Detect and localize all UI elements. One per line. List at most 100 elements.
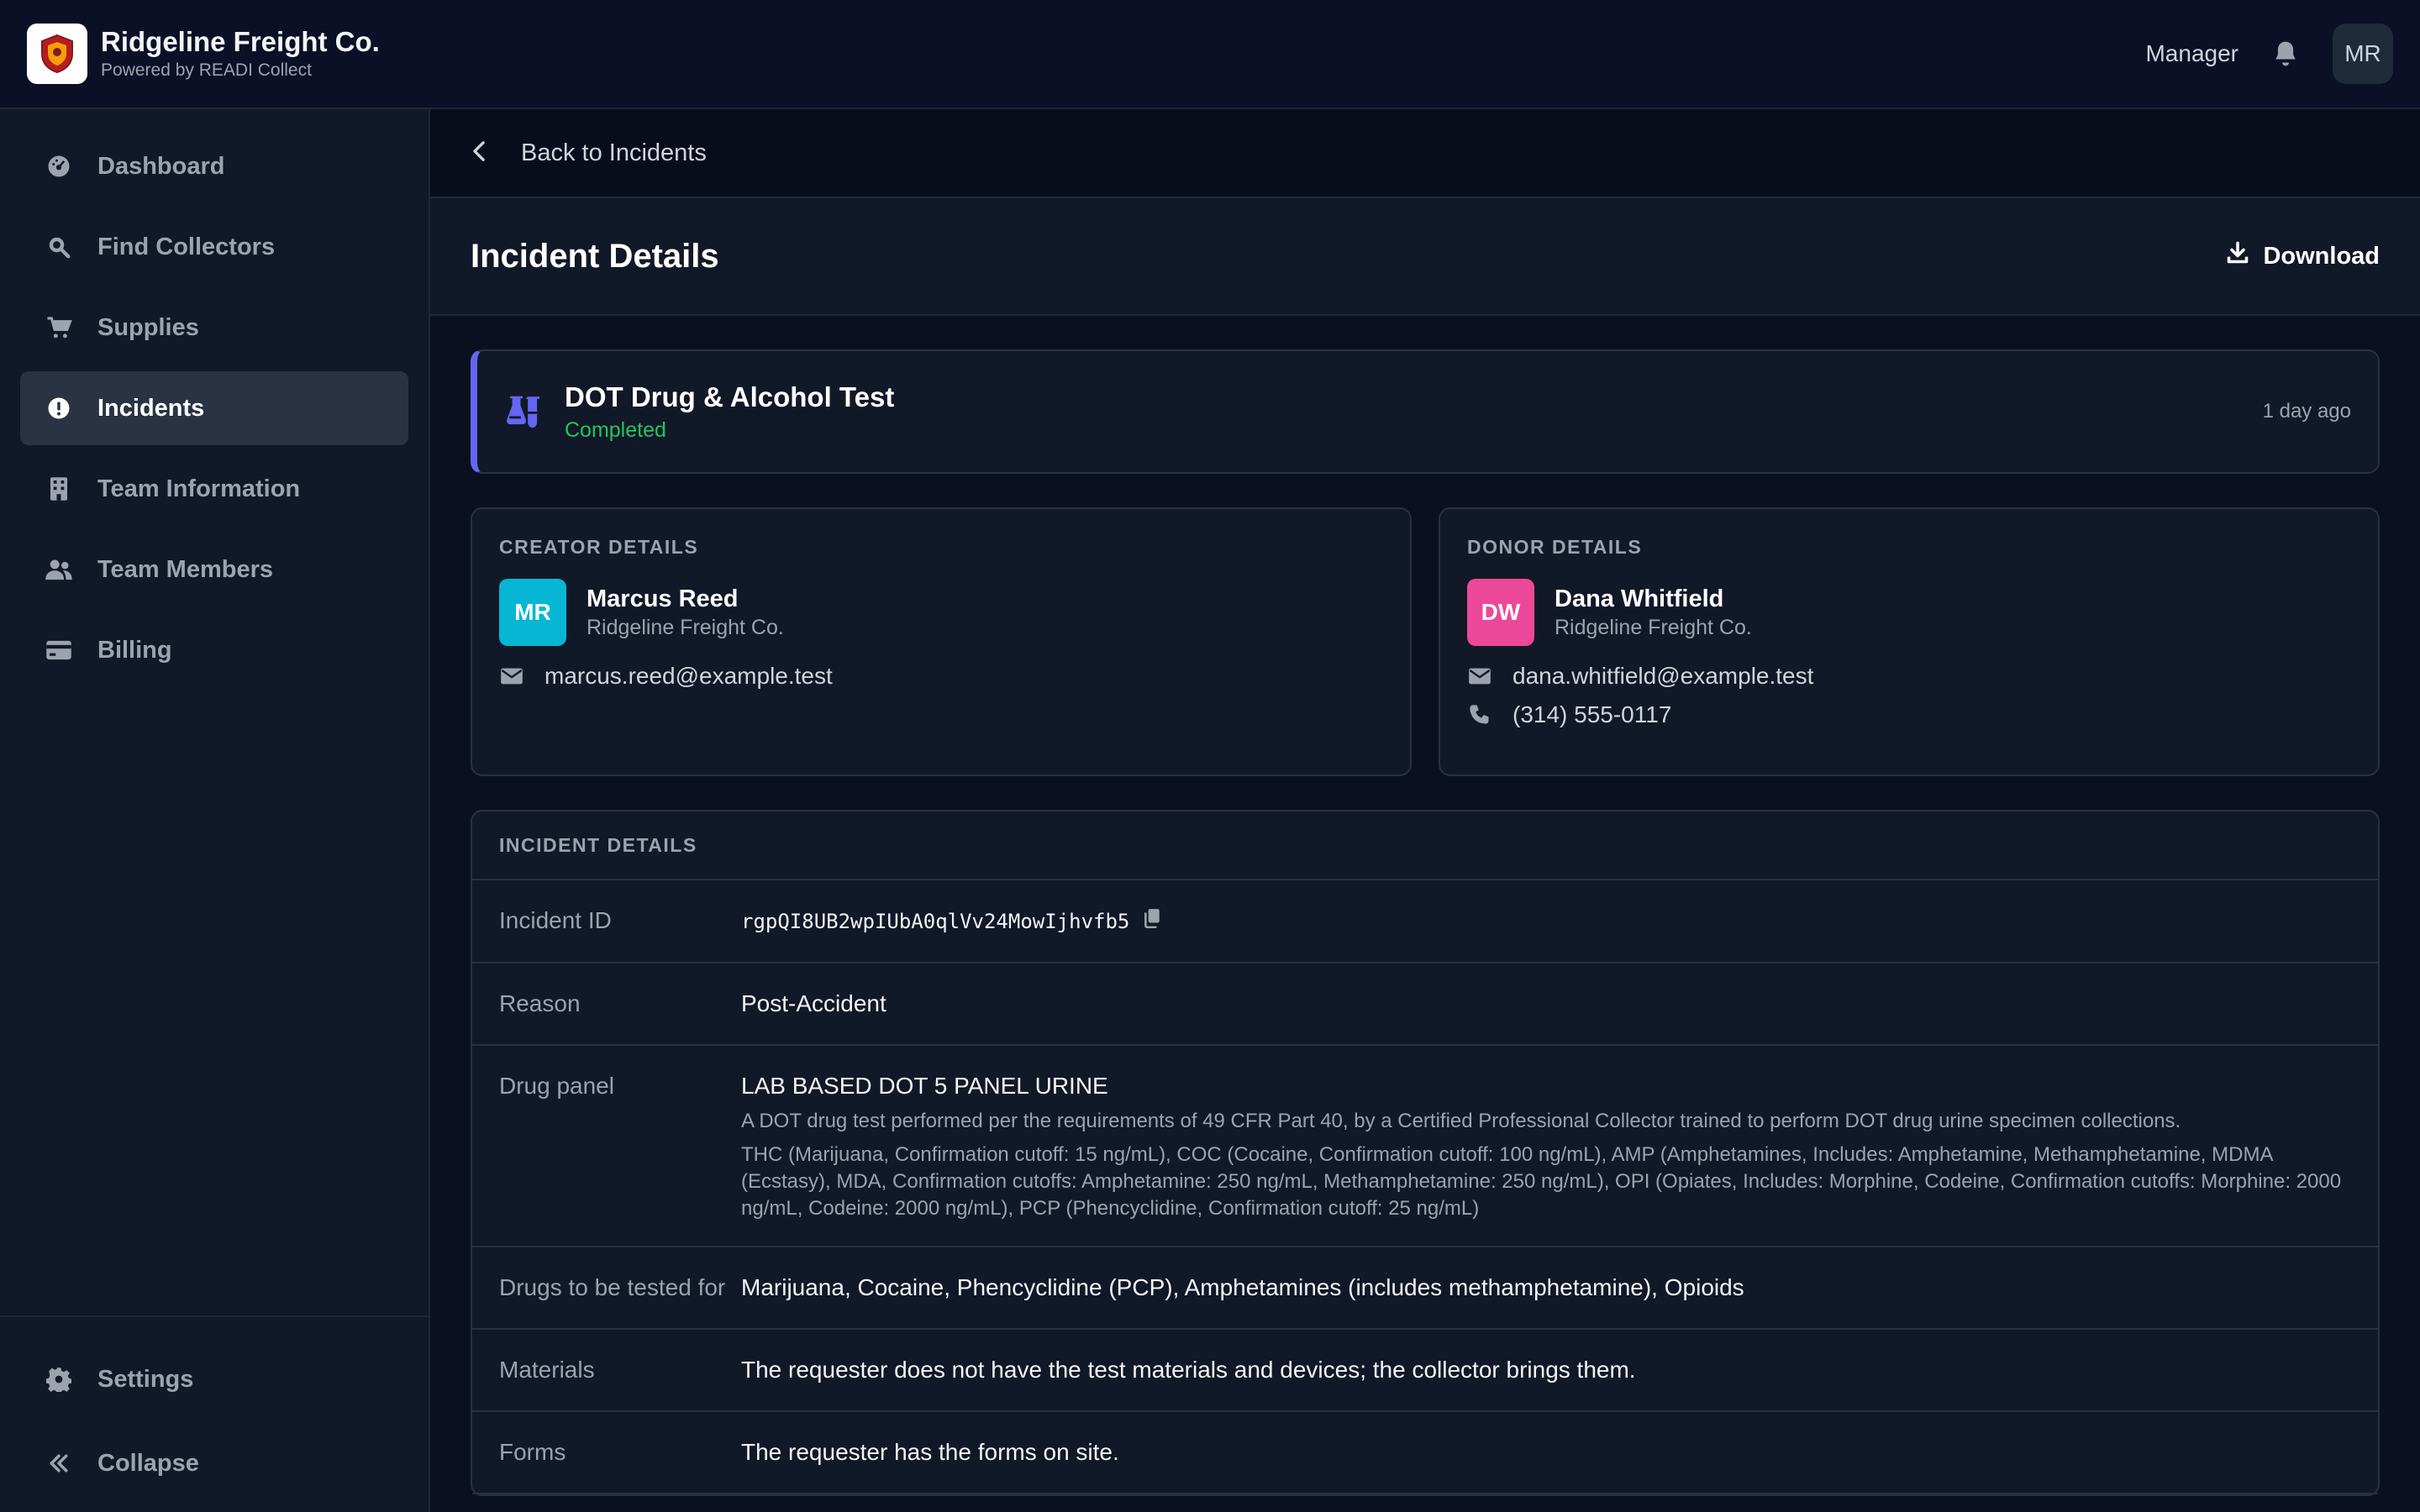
row-label: Drugs to be tested for <box>499 1274 726 1300</box>
download-label: Download <box>2263 242 2380 270</box>
drug-panel-value: LAB BASED DOT 5 PANEL URINE A DOT drug t… <box>741 1069 2351 1222</box>
download-icon <box>2226 241 2249 271</box>
sidebar-item-label: Supplies <box>97 313 199 341</box>
double-chevron-left-icon <box>44 1448 74 1478</box>
sidebar-item-label: Dashboard <box>97 152 225 180</box>
app-root: Ridgeline Freight Co. Powered by READI C… <box>0 0 2420 1512</box>
creator-identity: MR Marcus Reed Ridgeline Freight Co. <box>499 579 1383 646</box>
sidebar-item-label: Team Members <box>97 555 273 583</box>
gear-icon <box>44 1364 74 1394</box>
role-switcher[interactable]: Manager <box>2145 40 2238 67</box>
sidebar-item-incidents[interactable]: Incidents <box>20 371 408 445</box>
alert-icon <box>44 393 74 423</box>
sidebar-item-label: Find Collectors <box>97 233 276 260</box>
credit-card-icon <box>44 635 74 665</box>
card-heading: CREATOR DETAILS <box>499 536 699 558</box>
sidebar-item-label: Billing <box>97 636 172 664</box>
status-badge: Completed <box>565 417 666 442</box>
back-to-incidents-link[interactable]: Back to Incidents <box>521 139 707 167</box>
sidebar-item-team-members[interactable]: Team Members <box>20 533 408 606</box>
creator-email-link[interactable]: marcus.reed@example.test <box>544 663 833 690</box>
card-heading: INCIDENT DETAILS <box>499 833 697 856</box>
summary-text: DOT Drug & Alcohol Test Completed <box>565 381 894 443</box>
row-label: Drug panel <box>499 1073 614 1099</box>
row-value: rgpQI8UB2wpIUbA0qlVv24MowIjhvfb5 <box>741 904 2351 938</box>
copy-icon[interactable] <box>1143 905 1161 938</box>
sidebar-nav: Dashboard Find Collectors Supplies Incid… <box>0 109 429 687</box>
mail-icon <box>1467 664 1492 689</box>
creator-name-block: Marcus Reed Ridgeline Freight Co. <box>587 584 784 641</box>
card-heading: DONOR DETAILS <box>1467 536 1643 558</box>
creator-name: Marcus Reed <box>587 585 739 612</box>
panel-name: LAB BASED DOT 5 PANEL URINE <box>741 1073 1108 1099</box>
topbar-actions: Manager MR <box>2145 24 2393 84</box>
people-row: CREATOR DETAILS MR Marcus Reed Ridgeline… <box>471 507 2380 776</box>
sidebar-item-dashboard[interactable]: Dashboard <box>20 129 408 203</box>
table-row: Materials The requester does not have th… <box>472 1330 2378 1412</box>
avatar: DW <box>1467 579 1534 646</box>
table-row: Drug panel LAB BASED DOT 5 PANEL URINE A… <box>472 1046 2378 1247</box>
row-label: Reason <box>499 990 581 1016</box>
donor-name-block: Dana Whitfield Ridgeline Freight Co. <box>1555 584 1752 641</box>
sidebar-footer: Settings Collapse <box>0 1315 429 1512</box>
drugs-value: Marijuana, Cocaine, Phencyclidine (PCP),… <box>741 1274 1744 1300</box>
download-button[interactable]: Download <box>2226 241 2380 271</box>
row-label: Materials <box>499 1357 595 1383</box>
cart-icon <box>44 312 74 343</box>
incident-details-card: INCIDENT DETAILS Incident ID rgpQI8UB2wp… <box>471 810 2380 1496</box>
phone-icon <box>1467 702 1492 727</box>
creator-org: Ridgeline Freight Co. <box>587 616 784 639</box>
incident-id-value: rgpQI8UB2wpIUbA0qlVv24MowIjhvfb5 <box>741 905 1161 938</box>
sidebar-item-supplies[interactable]: Supplies <box>20 291 408 365</box>
page-title: Incident Details <box>471 237 719 275</box>
materials-value: The requester does not have the test mat… <box>741 1357 1636 1383</box>
flask-icon <box>504 391 544 432</box>
bell-icon[interactable] <box>2269 37 2302 71</box>
back-bar: Back to Incidents <box>430 109 2420 198</box>
sidebar-item-label: Collapse <box>97 1449 199 1477</box>
sidebar-item-label: Settings <box>97 1365 194 1393</box>
main-content: Back to Incidents Incident Details Downl… <box>430 109 2420 1512</box>
donor-email-link[interactable]: dana.whitfield@example.test <box>1512 663 1813 690</box>
brand-logo[interactable] <box>27 24 87 84</box>
reason-value: Post-Accident <box>741 990 886 1016</box>
table-row: Forms The requester has the forms on sit… <box>472 1412 2378 1494</box>
users-icon <box>44 554 74 585</box>
row-label: Forms <box>499 1439 566 1465</box>
forms-value: The requester has the forms on site. <box>741 1439 1119 1465</box>
page-header: Incident Details Download <box>430 198 2420 316</box>
panel-analytes: THC (Marijuana, Confirmation cutoff: 15 … <box>741 1143 2342 1220</box>
sidebar-item-label: Incidents <box>97 394 205 422</box>
donor-email-row: dana.whitfield@example.test <box>1467 663 2351 690</box>
incident-id-text: rgpQI8UB2wpIUbA0qlVv24MowIjhvfb5 <box>741 910 1130 933</box>
row-label: Incident ID <box>499 907 612 933</box>
test-title: DOT Drug & Alcohol Test <box>565 381 895 412</box>
relative-timestamp: 1 day ago <box>2262 400 2351 423</box>
avatar: MR <box>499 579 566 646</box>
brand-name: Ridgeline Freight Co. <box>101 26 380 57</box>
user-avatar[interactable]: MR <box>2333 24 2393 84</box>
table-row: Reason Post-Accident <box>472 963 2378 1046</box>
sidebar-collapse-button[interactable]: Collapse <box>20 1421 408 1505</box>
sidebar-item-find-collectors[interactable]: Find Collectors <box>20 210 408 284</box>
sidebar-item-billing[interactable]: Billing <box>20 613 408 687</box>
chevron-left-icon[interactable] <box>471 139 487 167</box>
brand-text: Ridgeline Freight Co. Powered by READI C… <box>101 25 380 82</box>
content-area: DOT Drug & Alcohol Test Completed 1 day … <box>430 316 2420 1496</box>
details-header: INCIDENT DETAILS <box>472 811 2378 880</box>
creator-email-row: marcus.reed@example.test <box>499 663 1383 690</box>
test-summary-card: DOT Drug & Alcohol Test Completed 1 day … <box>471 349 2380 474</box>
table-row: Incident ID rgpQI8UB2wpIUbA0qlVv24MowIjh… <box>472 880 2378 963</box>
donor-phone-link[interactable]: (314) 555-0117 <box>1512 701 1671 728</box>
sidebar-item-team-information[interactable]: Team Information <box>20 452 408 526</box>
donor-details-card: DONOR DETAILS DW Dana Whitfield Ridgelin… <box>1439 507 2380 776</box>
creator-details-card: CREATOR DETAILS MR Marcus Reed Ridgeline… <box>471 507 1412 776</box>
sidebar-item-settings[interactable]: Settings <box>20 1337 408 1421</box>
donor-name: Dana Whitfield <box>1555 585 1724 612</box>
top-bar: Ridgeline Freight Co. Powered by READI C… <box>0 0 2420 109</box>
building-icon <box>44 474 74 504</box>
sidebar: Dashboard Find Collectors Supplies Incid… <box>0 109 430 1512</box>
table-row: Drugs to be tested for Marijuana, Cocain… <box>472 1247 2378 1330</box>
donor-org: Ridgeline Freight Co. <box>1555 616 1752 639</box>
donor-identity: DW Dana Whitfield Ridgeline Freight Co. <box>1467 579 2351 646</box>
